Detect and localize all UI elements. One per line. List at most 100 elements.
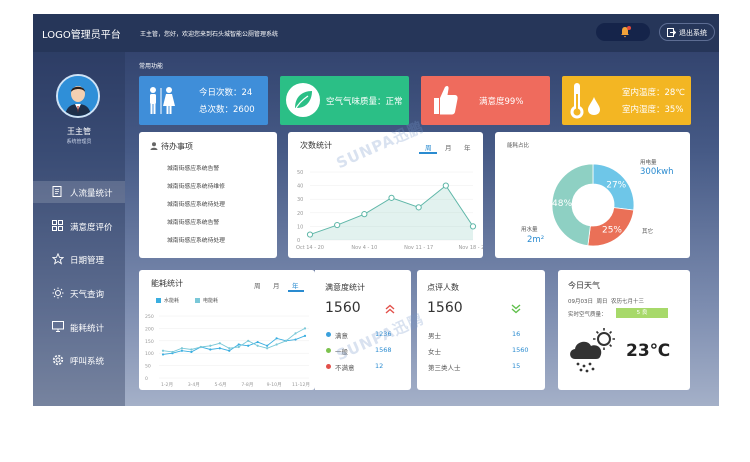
visit-count-tile[interactable]: 今日次数：24 总次数：2600 bbox=[139, 76, 268, 125]
x-tick-label: 1-2月 bbox=[161, 382, 173, 388]
y-tick-label: 250 bbox=[145, 314, 154, 320]
y-tick-label: 0 bbox=[145, 376, 148, 382]
sidebar: 王主管 系统管理员 人流量统计 满意度评价 日期管理 天气查询 能耗统计 呼叫系… bbox=[33, 52, 125, 406]
todo-item[interactable]: 城南街感应系统待处理 bbox=[167, 199, 225, 208]
nav-item-traffic-stats[interactable]: 人流量统计 bbox=[33, 181, 125, 203]
todo-title: 待办事项 bbox=[161, 142, 193, 151]
aqi-badge: 5 良 bbox=[616, 308, 668, 318]
data-point bbox=[388, 194, 395, 201]
data-point bbox=[218, 342, 221, 345]
data-point bbox=[303, 334, 307, 337]
nav-item-call-system[interactable]: 呼叫系统 bbox=[33, 349, 125, 371]
thumbs-up-icon bbox=[434, 85, 458, 115]
today-count-value: 24 bbox=[241, 88, 253, 98]
todo-item[interactable]: 城南街感应系统告警 bbox=[167, 163, 219, 172]
dissatisfied-value: 12 bbox=[375, 362, 384, 370]
indoor-climate-tile[interactable]: 室内温度：28℃ 室内湿度：35% bbox=[562, 76, 691, 125]
satisfaction-tile[interactable]: 满意度99% bbox=[421, 76, 550, 125]
data-point bbox=[266, 344, 269, 347]
nav-item-satisfaction[interactable]: 满意度评价 bbox=[33, 215, 125, 237]
total-count-value: 2600 bbox=[233, 105, 255, 115]
x-tick-label: 9-10月 bbox=[267, 382, 282, 388]
reviews-card: 点评人数 1560 男士 16 女士 1560 第三类人士 15 bbox=[417, 270, 545, 390]
weather-temperature: 23℃ bbox=[626, 341, 671, 361]
y-tick-label: 100 bbox=[145, 351, 154, 357]
double-chevron-down-icon bbox=[511, 304, 521, 314]
welcome-message: 王主管，您好，欢迎您来到石头城智能公厕管理系统 bbox=[140, 31, 279, 38]
todo-item[interactable]: 城南街感应系统待维修 bbox=[167, 181, 225, 190]
data-point bbox=[190, 348, 193, 351]
data-point bbox=[275, 343, 278, 346]
energy-line-chart: 250 200 150 100 50 0 1-2月 3-4月 5-6月 7-8月 9-10月 11-1… bbox=[145, 314, 310, 388]
data-point bbox=[256, 340, 259, 344]
status-dot bbox=[326, 348, 331, 353]
thermometer-icon bbox=[570, 83, 584, 119]
notification-button[interactable] bbox=[596, 23, 650, 41]
todo-item[interactable]: 城南街感应系统待处理 bbox=[167, 235, 225, 244]
indoor-temp-text: 室内温度：28℃ bbox=[622, 88, 685, 98]
nav-label: 天气查询 bbox=[70, 290, 105, 300]
x-tick-label: Nov 18 - 24 bbox=[458, 245, 483, 251]
y-tick-label: 30 bbox=[297, 197, 303, 203]
data-point bbox=[469, 223, 477, 230]
data-point bbox=[237, 343, 240, 346]
y-tick-label: 150 bbox=[145, 339, 154, 345]
app-logo: LOGO管理员平台 bbox=[42, 30, 121, 41]
energy-pie-chart: 27% 25% 48% bbox=[551, 163, 635, 247]
air-quality-text: 空气气味质量：正常 bbox=[326, 97, 403, 107]
data-point bbox=[284, 339, 288, 342]
review-female-label: 女士 bbox=[428, 348, 441, 356]
satisfaction-total: 1560 bbox=[325, 300, 361, 316]
data-point bbox=[228, 349, 231, 352]
data-point bbox=[199, 345, 202, 349]
data-point bbox=[266, 347, 269, 350]
section-label: 常用功能 bbox=[139, 63, 164, 70]
data-point bbox=[171, 350, 174, 354]
nav-label: 人流量统计 bbox=[70, 189, 113, 199]
dashboard-window: LOGO管理员平台 王主管，您好，欢迎您来到石头城智能公厕管理系统 退出系统 王… bbox=[33, 14, 719, 406]
data-point bbox=[209, 344, 212, 347]
air-quality-tile[interactable]: 空气气味质量：正常 bbox=[280, 76, 409, 125]
satisfaction-text: 满意度99% bbox=[479, 97, 524, 107]
weather-date: 09月03日 bbox=[568, 299, 593, 305]
x-tick-label: 3-4月 bbox=[188, 382, 200, 388]
slice-label: 27% bbox=[606, 180, 626, 190]
sun-icon bbox=[52, 287, 64, 299]
weather-weekday: 周日 bbox=[596, 299, 608, 305]
todo-item[interactable]: 城南街感应系统告警 bbox=[167, 217, 219, 226]
data-point bbox=[161, 349, 165, 352]
water-label: 用水量 bbox=[521, 227, 538, 233]
logout-icon bbox=[667, 28, 676, 37]
document-icon bbox=[52, 186, 62, 197]
electric-value: 300kwh bbox=[640, 167, 674, 177]
nav-item-weather[interactable]: 天气查询 bbox=[33, 282, 125, 304]
weather-title: 今日天气 bbox=[568, 281, 600, 290]
data-point bbox=[334, 221, 341, 229]
nav-item-date-management[interactable]: 日期管理 bbox=[33, 248, 125, 270]
leaf-icon bbox=[294, 91, 312, 111]
nav-label: 呼叫系统 bbox=[70, 357, 105, 367]
monitor-icon bbox=[52, 321, 64, 332]
indoor-humidity-text: 室内湿度：35% bbox=[622, 105, 684, 115]
y-tick-label: 50 bbox=[297, 170, 303, 176]
y-tick-label: 40 bbox=[297, 184, 303, 190]
nav-label: 日期管理 bbox=[70, 256, 105, 266]
weather-lunar: 农历七月十三 bbox=[611, 299, 645, 305]
x-tick-label: 7-8月 bbox=[241, 382, 253, 388]
status-dot bbox=[326, 332, 331, 337]
logout-label: 退出系统 bbox=[679, 29, 707, 37]
today-count-label: 今日次数： bbox=[199, 88, 242, 98]
y-tick-label: 50 bbox=[145, 364, 151, 370]
nav-item-energy[interactable]: 能耗统计 bbox=[33, 316, 125, 338]
data-point bbox=[209, 348, 212, 351]
data-point bbox=[256, 344, 259, 347]
cloud-rain-sun-icon bbox=[570, 328, 615, 373]
slice-label: 25% bbox=[602, 225, 622, 235]
logout-button[interactable]: 退出系统 bbox=[659, 23, 715, 41]
reviews-title: 点评人数 bbox=[427, 283, 459, 292]
x-tick-label: Nov 11 - 17 bbox=[404, 245, 433, 251]
electric-label: 用电量 bbox=[640, 160, 657, 166]
top-bar: LOGO管理员平台 王主管，您好，欢迎您来到石头城智能公厕管理系统 退出系统 bbox=[33, 14, 719, 52]
x-tick-label: Nov 4 - 10 bbox=[351, 245, 377, 251]
y-tick-label: 20 bbox=[297, 211, 303, 217]
